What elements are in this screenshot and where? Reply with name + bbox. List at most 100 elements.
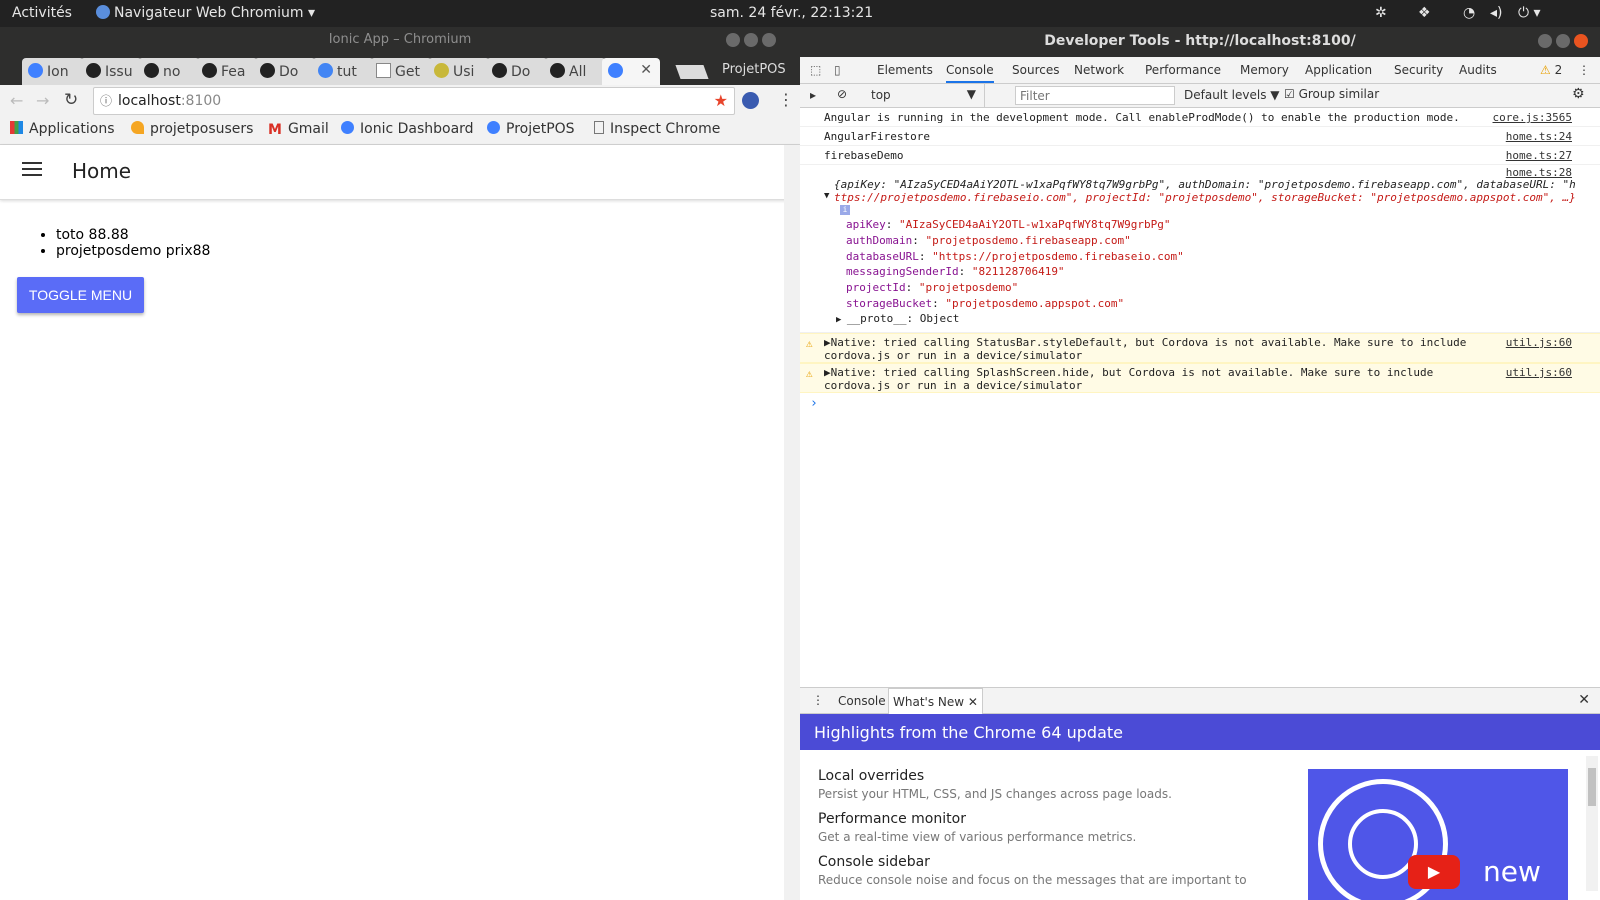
bookmark-projetpos[interactable]: ProjetPOS bbox=[487, 121, 575, 137]
volume-icon[interactable]: ◂) bbox=[1490, 5, 1503, 21]
source-link[interactable]: home.ts:24 bbox=[1506, 130, 1572, 143]
tab-elements[interactable]: Elements bbox=[877, 63, 933, 77]
google-icon bbox=[318, 63, 333, 78]
toggle-menu-button[interactable]: TOGGLE MENU bbox=[17, 277, 144, 313]
tab-audits[interactable]: Audits bbox=[1459, 63, 1497, 77]
app-menu[interactable]: Navigateur Web Chromium ▾ bbox=[96, 5, 315, 21]
group-similar-checkbox[interactable]: ☑ Group similar bbox=[1284, 87, 1379, 101]
clock[interactable]: sam. 24 févr., 22:13:21 bbox=[710, 5, 873, 21]
whats-new-video-thumbnail[interactable]: ▶ new bbox=[1308, 769, 1568, 900]
whats-new-header: Highlights from the Chrome 64 update bbox=[800, 714, 1600, 750]
bookmark-gmail[interactable]: M Gmail bbox=[268, 121, 329, 138]
source-link[interactable]: util.js:60 bbox=[1506, 366, 1572, 379]
tab-performance[interactable]: Performance bbox=[1145, 63, 1221, 77]
video-caption: new bbox=[1483, 855, 1541, 888]
browser-tab[interactable]: tut bbox=[312, 58, 374, 85]
activities-button[interactable]: Activités bbox=[12, 5, 72, 21]
close-drawer-icon[interactable]: ✕ bbox=[1578, 692, 1590, 708]
maximize-icon[interactable] bbox=[744, 33, 758, 47]
source-link[interactable]: core.js:3565 bbox=[1493, 111, 1572, 124]
settings-icon[interactable]: ✲ bbox=[1375, 5, 1387, 21]
page-icon bbox=[376, 63, 391, 78]
wifi-icon[interactable]: ◔ bbox=[1463, 5, 1475, 21]
source-link[interactable]: home.ts:27 bbox=[1506, 149, 1572, 162]
address-bar[interactable]: ⓘ localhost:8100 ★ bbox=[93, 87, 735, 115]
close-icon[interactable] bbox=[762, 33, 776, 47]
object-summary[interactable]: {apiKey: "AIzaSyCED4aAiY2OTL-w1xaPqfWY8t… bbox=[834, 178, 1576, 191]
ionic-icon bbox=[28, 63, 43, 78]
reload-icon[interactable]: ↻ bbox=[64, 90, 78, 110]
device-toggle-icon[interactable]: ▯ bbox=[834, 63, 841, 77]
system-top-bar: Activités Navigateur Web Chromium ▾ sam.… bbox=[0, 0, 1600, 27]
menu-icon[interactable]: ⋮ bbox=[778, 90, 794, 109]
new-tab-button[interactable] bbox=[675, 65, 709, 79]
tab-sources[interactable]: Sources bbox=[1012, 63, 1059, 77]
app-header: Home bbox=[0, 145, 800, 200]
close-tab-icon[interactable]: ✕ bbox=[640, 62, 652, 78]
drawer-scrollbar[interactable] bbox=[1586, 756, 1598, 891]
whats-new-item[interactable]: Console sidebar Reduce console noise and … bbox=[818, 854, 1247, 887]
tab-application[interactable]: Application bbox=[1305, 63, 1372, 77]
window-title: Ionic App – Chromium bbox=[328, 32, 472, 47]
tab-console[interactable]: Console bbox=[946, 63, 994, 83]
inspect-element-icon[interactable]: ⬚ bbox=[810, 63, 821, 77]
bookmark-ionic-dashboard[interactable]: Ionic Dashboard bbox=[341, 121, 474, 137]
close-tab-icon[interactable]: ✕ bbox=[968, 695, 978, 709]
object-proto[interactable]: ▶ __proto__: Object bbox=[836, 312, 959, 325]
app-page: Home toto 88.88 projetposdemo prix88 TOG… bbox=[0, 145, 800, 900]
minimize-icon[interactable] bbox=[1538, 34, 1552, 48]
tab-memory[interactable]: Memory bbox=[1240, 63, 1289, 77]
bookmark-applications[interactable]: Applications bbox=[10, 121, 115, 137]
drawer-tab-whats-new[interactable]: What's New ✕ bbox=[888, 688, 983, 714]
warning-icon: ⚠ bbox=[806, 337, 813, 350]
drawer-menu-icon[interactable]: ⋮ bbox=[812, 693, 824, 707]
minimize-icon[interactable] bbox=[726, 33, 740, 47]
filter-input[interactable] bbox=[1015, 86, 1175, 105]
source-link[interactable]: util.js:60 bbox=[1506, 336, 1572, 349]
browser-tab[interactable]: Do bbox=[486, 58, 548, 85]
devtools-menu-icon[interactable]: ⋮ bbox=[1578, 63, 1590, 77]
expand-triangle-icon[interactable]: ▼ bbox=[824, 191, 829, 201]
console-message: AngularFirestore home.ts:24 bbox=[800, 127, 1600, 146]
browser-tab-active[interactable]: ✕ bbox=[602, 58, 660, 85]
console-prompt[interactable]: › bbox=[810, 396, 818, 411]
whats-new-item[interactable]: Local overrides Persist your HTML, CSS, a… bbox=[818, 768, 1247, 801]
info-badge-icon[interactable]: i bbox=[840, 205, 850, 215]
browser-tab[interactable]: Do bbox=[254, 58, 316, 85]
power-icon[interactable]: ⏻ ▾ bbox=[1518, 5, 1541, 21]
browser-tab[interactable]: Issu bbox=[80, 58, 142, 85]
maximize-icon[interactable] bbox=[1556, 34, 1570, 48]
hamburger-menu-icon[interactable] bbox=[22, 162, 42, 178]
browser-tab[interactable]: Fea bbox=[196, 58, 258, 85]
object-property: storageBucket: "projetposdemo.appspot.co… bbox=[846, 297, 1125, 310]
browser-tab[interactable]: All bbox=[544, 58, 606, 85]
url-host: localhost bbox=[118, 93, 181, 109]
tab-network[interactable]: Network bbox=[1074, 63, 1124, 77]
profile-name[interactable]: ProjetPOS bbox=[722, 62, 786, 77]
gear-icon[interactable]: ⚙ bbox=[1572, 86, 1585, 102]
bookmark-projetposusers[interactable]: projetposusers bbox=[131, 121, 253, 137]
forward-icon[interactable]: → bbox=[36, 91, 49, 110]
page-scrollbar[interactable] bbox=[784, 145, 800, 900]
clear-console-icon[interactable]: ⊘ bbox=[837, 87, 847, 101]
tab-security[interactable]: Security bbox=[1394, 63, 1443, 77]
dropbox-icon[interactable]: ❖ bbox=[1418, 5, 1431, 21]
context-selector[interactable]: top ▼ bbox=[855, 84, 985, 107]
ionic-icon bbox=[487, 121, 500, 134]
browser-tab[interactable]: Get bbox=[370, 58, 432, 85]
warning-counter[interactable]: ⚠ 2 bbox=[1540, 63, 1562, 77]
extension-icon[interactable] bbox=[742, 92, 759, 109]
back-icon[interactable]: ← bbox=[10, 91, 23, 110]
log-levels-dropdown[interactable]: Default levels ▼ bbox=[1184, 88, 1280, 102]
close-icon[interactable] bbox=[1574, 34, 1588, 48]
browser-tab[interactable]: no bbox=[138, 58, 200, 85]
whats-new-item[interactable]: Performance monitor Get a real-time view … bbox=[818, 811, 1247, 844]
drawer-tab-console[interactable]: Console bbox=[838, 694, 886, 708]
sidebar-toggle-icon[interactable]: ▸ bbox=[810, 88, 816, 102]
bookmark-inspect-chrome[interactable]: Inspect Chrome bbox=[594, 121, 720, 137]
browser-tab[interactable]: Ion bbox=[22, 58, 84, 85]
bookmark-star-icon[interactable]: ★ bbox=[714, 88, 728, 114]
object-summary[interactable]: ttps://projetposdemo.firebaseio.com", pr… bbox=[834, 191, 1576, 204]
browser-tab[interactable]: Usi bbox=[428, 58, 490, 85]
play-icon[interactable]: ▶ bbox=[1408, 855, 1460, 889]
